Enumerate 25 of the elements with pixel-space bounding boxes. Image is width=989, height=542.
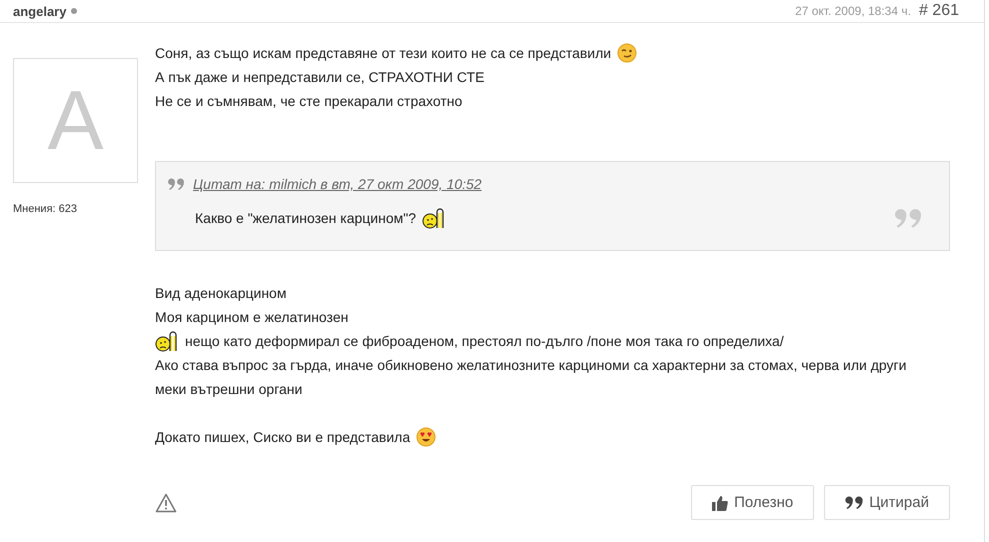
quote-source-link[interactable]: Цитат на: milmich в вт, 27 окт 2009, 10:52: [193, 176, 482, 192]
post-text: Ако става въпрос за гърда, иначе обикновено желатинозните карциноми са характерни за стомах, черва или други меки вътрешни органи: [155, 356, 908, 399]
post-text: Не се и съмнявам, че сте прекарали страхотно: [155, 92, 462, 111]
post-text: Моя карцином е желатинозен: [155, 308, 348, 327]
heart-eyes-face-icon: [416, 427, 436, 447]
winking-face-icon: [617, 43, 638, 63]
post-text: Соня, аз също искам представяне от тези които не са се представили: [155, 44, 612, 63]
author-name[interactable]: angelary: [13, 4, 66, 18]
warning-icon[interactable]: [155, 492, 177, 512]
post-text: Какво е "желатинозен карцином"?: [195, 209, 416, 228]
action-button[interactable]: Цитирай: [824, 485, 950, 520]
post-text: Вид аденокарцином: [155, 284, 286, 303]
quote-mark-icon: [168, 178, 184, 190]
post-number[interactable]: # 261: [918, 2, 959, 20]
sad-face-hammer-icon: [155, 330, 179, 352]
quote-mark-icon: [845, 496, 864, 509]
post-date: 27 окт. 2009, 18:34 ч.: [795, 4, 911, 18]
opinions-count: Мнения: 623: [13, 203, 78, 215]
post-text: Докато пишех, Сиско ви е представила: [155, 428, 410, 447]
action-button[interactable]: Полезно: [691, 485, 814, 520]
thumbs-up-icon: [712, 494, 728, 510]
post-text: А пък даже и непредставили се, СТРАХОТНИ СТЕ: [155, 68, 484, 87]
sad-face-hammer-icon: [422, 207, 446, 229]
closing-quote-icon: [895, 207, 921, 229]
post-text: нещо като деформирал се фиброаденом, престоял по-дълго /поне моя така го определиха/: [185, 332, 784, 351]
